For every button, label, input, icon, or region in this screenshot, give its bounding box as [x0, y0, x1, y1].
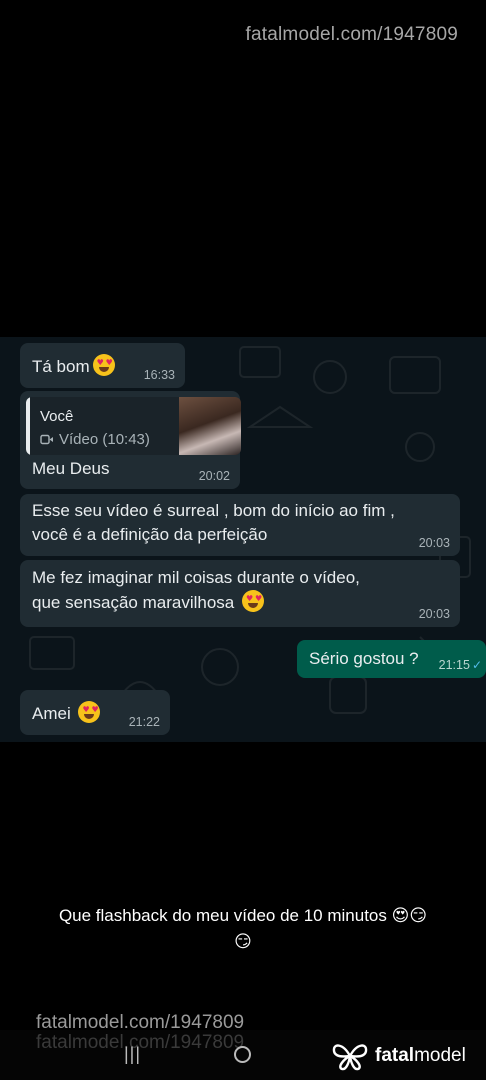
fatalmodel-brand: fatalmodel	[331, 1040, 466, 1072]
story-caption: Que flashback do meu vídeo de 10 minutos…	[0, 903, 486, 955]
heart-eyes-emoji: ♥ ♥	[78, 701, 101, 723]
message-text-line: Me fez imaginar mil coisas durante o víd…	[32, 568, 360, 587]
message-6[interactable]: Amei ♥ ♥ 21:22	[20, 690, 170, 735]
message-text-line: que sensação maravilhosa	[32, 593, 235, 612]
brand-name-rest: model	[414, 1045, 466, 1066]
message-time: 20:03	[418, 607, 450, 621]
home-icon[interactable]	[234, 1046, 251, 1063]
quoted-video-preview[interactable]: Você Vídeo (10:43)	[26, 397, 241, 455]
message-4[interactable]: Me fez imaginar mil coisas durante o víd…	[20, 560, 460, 627]
message-5-outgoing[interactable]: Sério gostou ? 21:15 ✓	[297, 640, 486, 678]
caption-line-2: 😏	[234, 932, 252, 951]
message-text-line: você é a definição da perfeição	[32, 525, 268, 544]
message-2-reply[interactable]: Você Vídeo (10:43) Meu Deus 20:02	[20, 391, 241, 489]
caption-line-1: Que flashback do meu vídeo de 10 minutos…	[58, 906, 428, 925]
message-text-line: Esse seu vídeo é surreal , bom do início…	[32, 501, 395, 520]
video-thumbnail[interactable]	[179, 397, 241, 455]
butterfly-logo	[332, 1044, 368, 1071]
message-time: 20:03	[418, 536, 450, 550]
message-time: 16:33	[143, 368, 175, 382]
video-camera-icon	[40, 434, 53, 445]
watermark-url-bottom: fatalmodel.com/1947809	[36, 1012, 245, 1033]
message-1[interactable]: Tá bom ♥ ♥ 16:33	[20, 343, 185, 388]
message-text: Sério gostou ?	[309, 649, 419, 668]
watermark-url-top: fatalmodel.com/1947809	[245, 24, 458, 45]
smiling-face-with-hearts-emoji: ♥ ♥	[92, 354, 115, 376]
message-time: 21:22	[128, 715, 160, 729]
heart-eyes-emoji: ♥ ♥	[241, 590, 264, 612]
message-time: 20:02	[198, 469, 230, 483]
message-text: Amei	[32, 704, 71, 723]
brand-name-bold: fatal	[375, 1045, 415, 1066]
quote-author: Você	[40, 408, 74, 425]
recents-icon[interactable]: |||	[124, 1044, 141, 1065]
message-text: Meu Deus	[32, 459, 110, 478]
message-time: 21:15	[438, 658, 470, 672]
double-check-icon: ✓	[471, 658, 482, 672]
message-3[interactable]: Esse seu vídeo é surreal , bom do início…	[20, 494, 460, 556]
message-text: Tá bom	[32, 357, 90, 376]
chat-screenshot: Tá bom ♥ ♥ 16:33 Você Vídeo (10:43) Meu De…	[0, 337, 486, 742]
quote-media-label: Vídeo (10:43)	[59, 431, 150, 448]
